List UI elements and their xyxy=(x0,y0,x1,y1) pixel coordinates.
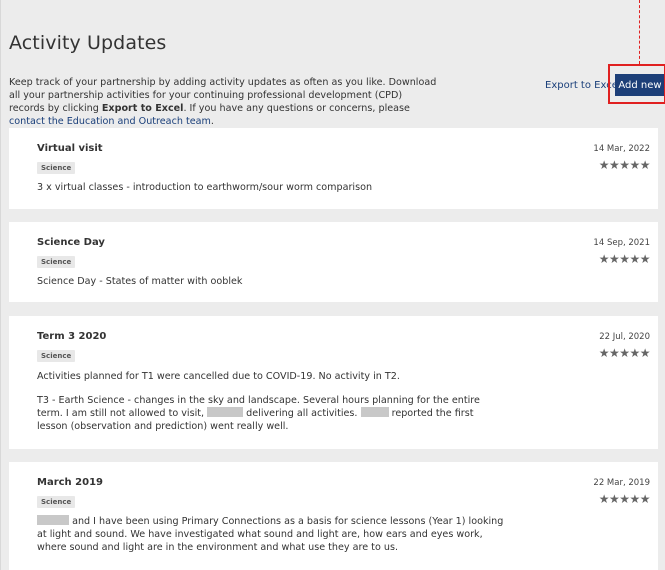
description-part: and I have been using Primary Connection… xyxy=(37,516,504,553)
intro-bold: Export to Excel xyxy=(101,103,184,114)
page-title: Activity Updates xyxy=(9,32,167,54)
description-part: delivering all activities. xyxy=(243,408,361,419)
activity-description: 3 x virtual classes - introduction to ea… xyxy=(37,182,373,193)
activity-date: 14 Sep, 2021 xyxy=(593,238,650,248)
activity-updates-panel: Activity Updates Keep track of your part… xyxy=(0,0,665,570)
rating-stars: ★★★★★ xyxy=(598,346,651,360)
contact-team-link[interactable]: contact the Education and Outreach team xyxy=(9,116,211,127)
activity-title: Science Day xyxy=(37,237,105,248)
activity-title: Virtual visit xyxy=(37,143,103,154)
intro-end: . xyxy=(210,116,214,127)
activity-card[interactable]: March 2019 22 Mar, 2019 Science ★★★★★ an… xyxy=(9,462,658,570)
annotation-dashed-line xyxy=(639,0,640,64)
redacted-name xyxy=(37,515,69,525)
activity-description: Activities planned for T1 were cancelled… xyxy=(37,371,400,382)
activity-date: 22 Mar, 2019 xyxy=(593,478,650,488)
activity-tag-badge: Science xyxy=(37,162,76,174)
rating-stars: ★★★★★ xyxy=(598,158,651,172)
activity-tag-badge: Science xyxy=(37,256,76,268)
intro-text: Keep track of your partnership by adding… xyxy=(9,76,439,128)
activity-card[interactable]: Virtual visit 14 Mar, 2022 Science ★★★★★… xyxy=(9,128,658,209)
redacted-name xyxy=(360,407,389,417)
activity-card[interactable]: Term 3 2020 22 Jul, 2020 Science ★★★★★ A… xyxy=(9,316,658,449)
rating-stars: ★★★★★ xyxy=(598,492,651,506)
activity-description: and I have been using Primary Connection… xyxy=(37,515,507,554)
activity-description-extended: T3 - Earth Science - changes in the sky … xyxy=(37,394,507,433)
activity-description: Science Day - States of matter with oobl… xyxy=(37,276,243,287)
intro-part2: . If you have any questions or concerns,… xyxy=(183,103,410,114)
activity-title: Term 3 2020 xyxy=(37,331,107,342)
redacted-name xyxy=(207,407,244,417)
activity-card[interactable]: Science Day 14 Sep, 2021 Science ★★★★★ S… xyxy=(9,222,658,302)
activity-title: March 2019 xyxy=(37,477,103,488)
activity-tag-badge: Science xyxy=(37,496,76,508)
annotation-highlight-box xyxy=(608,64,665,104)
activity-date: 22 Jul, 2020 xyxy=(599,332,650,342)
rating-stars: ★★★★★ xyxy=(598,252,651,266)
activity-tag-badge: Science xyxy=(37,350,76,362)
activity-date: 14 Mar, 2022 xyxy=(593,144,650,154)
